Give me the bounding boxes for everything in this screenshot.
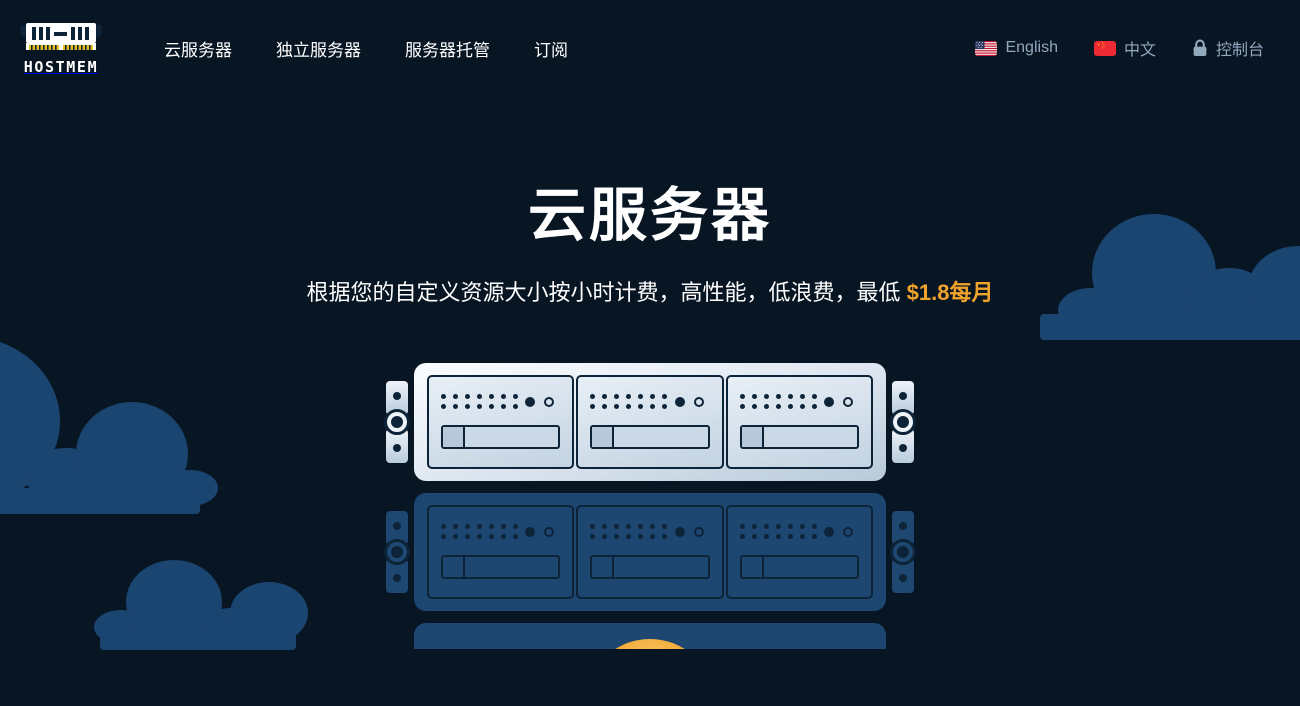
nav-item-dedicated-servers[interactable]: 独立服务器 xyxy=(254,28,383,69)
rail-screw-icon xyxy=(393,391,401,400)
drive-slot xyxy=(441,554,561,579)
page-root: HOSTMEM 云服务器 独立服务器 服务器托管 订阅 English 中文 控… xyxy=(0,0,1300,706)
console-link[interactable]: 控制台 xyxy=(1178,30,1278,66)
drive-bay xyxy=(725,374,873,469)
drive-slot xyxy=(739,424,859,449)
status-led-solid-icon xyxy=(525,526,536,537)
status-led-solid-icon xyxy=(823,526,834,537)
server-rail-right xyxy=(890,380,916,463)
status-led-ring-icon xyxy=(693,396,704,407)
drive-slot xyxy=(441,424,561,449)
vent-dot-grid xyxy=(441,524,518,540)
drive-slot xyxy=(590,424,710,449)
cn-flag-icon xyxy=(1093,40,1116,56)
drive-bay xyxy=(725,504,873,599)
rail-screw-icon xyxy=(899,521,907,530)
server-rack-illustration xyxy=(0,362,1300,649)
brand-wordmark: HOSTMEM xyxy=(23,57,99,76)
language-switch-chinese[interactable]: 中文 xyxy=(1080,30,1170,66)
rail-screw-icon xyxy=(899,391,907,400)
drive-bay xyxy=(427,504,575,599)
server-unit-1 xyxy=(384,362,916,481)
drive-bay xyxy=(427,374,575,469)
status-led-ring-icon xyxy=(842,396,853,407)
ram-stick-icon xyxy=(20,22,102,50)
rail-hub-icon xyxy=(384,538,410,565)
server-rail-left xyxy=(384,380,410,463)
status-led-solid-icon xyxy=(674,526,685,537)
status-led-ring-icon xyxy=(544,526,555,537)
rail-hub-icon xyxy=(890,408,916,435)
drive-bay xyxy=(576,374,724,469)
hero-subtitle-text: 根据您的自定义资源大小按小时计费，高性能，低浪费，最低 xyxy=(306,279,901,305)
server-rail-right xyxy=(890,510,916,593)
lock-icon xyxy=(1193,39,1207,56)
site-header: HOSTMEM 云服务器 独立服务器 服务器托管 订阅 English 中文 控… xyxy=(0,0,1300,96)
hero-section: 云服务器 根据您的自定义资源大小按小时计费，高性能，低浪费，最低 $1.8每月 xyxy=(0,96,1300,311)
main-navigation: 云服务器 独立服务器 服务器托管 订阅 xyxy=(142,28,590,69)
server-chassis xyxy=(414,362,886,481)
nav-item-cloud-servers[interactable]: 云服务器 xyxy=(142,28,254,69)
nav-item-colocation[interactable]: 服务器托管 xyxy=(383,28,512,69)
status-led-solid-icon xyxy=(674,396,685,407)
status-led-ring-icon xyxy=(544,396,555,407)
vent-dot-grid xyxy=(441,394,518,410)
rail-screw-icon xyxy=(393,521,401,530)
server-chassis xyxy=(414,622,886,649)
server-unit-3 xyxy=(386,622,914,649)
drive-slot xyxy=(590,554,710,579)
drive-handle xyxy=(443,556,465,577)
console-label: 控制台 xyxy=(1215,42,1264,59)
page-title: 云服务器 xyxy=(527,183,772,248)
language-label-chinese: 中文 xyxy=(1123,42,1156,59)
server-unit-2 xyxy=(384,492,916,611)
drive-handle xyxy=(741,556,764,577)
status-led-ring-icon xyxy=(842,526,853,537)
rail-screw-icon xyxy=(393,443,401,452)
brand-logo[interactable]: HOSTMEM xyxy=(18,21,104,76)
rail-hub-icon xyxy=(890,538,916,565)
vent-dot-grid xyxy=(739,394,817,410)
rail-screw-icon xyxy=(899,573,907,582)
server-rail-left xyxy=(384,510,410,593)
status-led-solid-icon xyxy=(525,396,536,407)
drive-slot xyxy=(739,554,859,579)
nav-item-subscription[interactable]: 订阅 xyxy=(512,28,590,69)
rail-screw-icon xyxy=(393,573,401,582)
drive-handle xyxy=(592,426,615,447)
rail-hub-icon xyxy=(384,408,410,435)
server-chassis xyxy=(414,492,886,611)
drive-bay xyxy=(576,504,724,599)
utility-navigation: English 中文 控制台 xyxy=(961,30,1278,66)
us-flag-icon xyxy=(975,40,998,56)
language-label-english: English xyxy=(1005,39,1058,56)
rail-screw-icon xyxy=(899,443,907,452)
status-led-ring-icon xyxy=(693,526,704,537)
language-switch-english[interactable]: English xyxy=(961,33,1071,63)
status-led-solid-icon xyxy=(823,396,834,407)
hero-price: $1.8每月 xyxy=(906,279,994,305)
vent-dot-grid xyxy=(590,394,668,410)
drive-handle xyxy=(592,556,615,577)
vent-dot-grid xyxy=(590,524,668,540)
vent-dot-grid xyxy=(739,524,817,540)
drive-handle xyxy=(741,426,764,447)
hero-subtitle: 根据您的自定义资源大小按小时计费，高性能，低浪费，最低 $1.8每月 xyxy=(300,275,1000,311)
drive-handle xyxy=(443,426,465,447)
glow-orb-icon xyxy=(589,638,711,649)
